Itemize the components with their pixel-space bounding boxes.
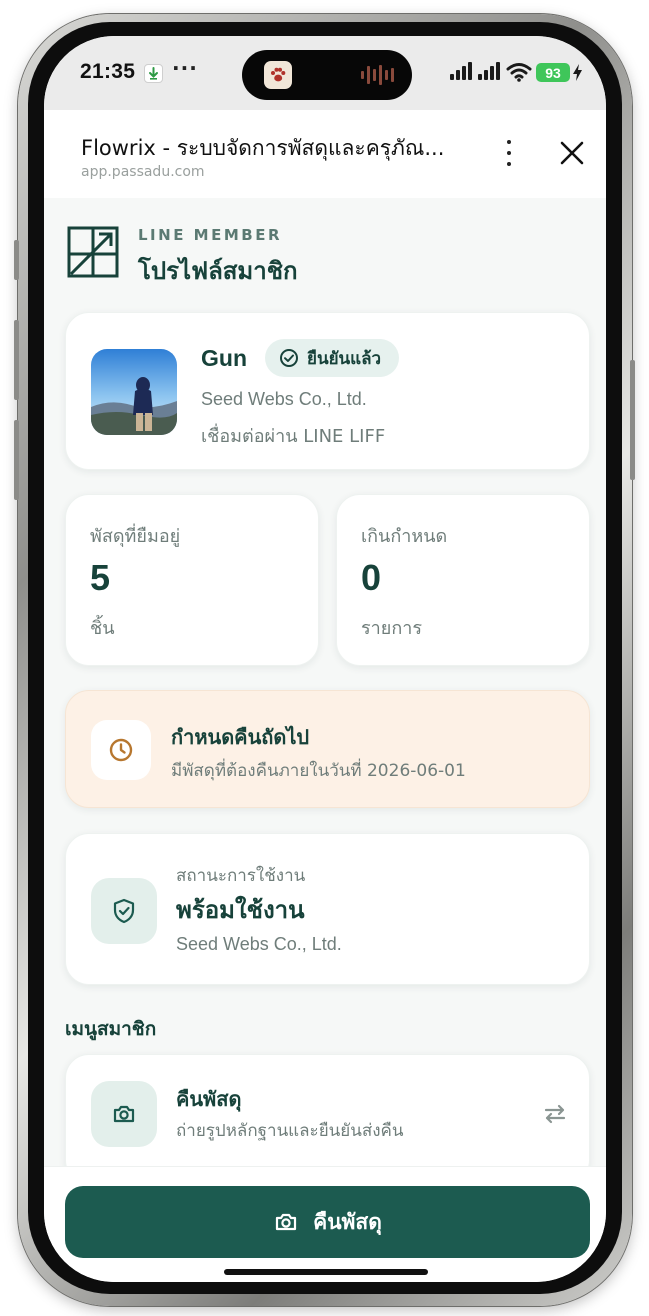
stat-value: 0 xyxy=(361,557,382,598)
due-title: กำหนดคืนถัดไป xyxy=(171,725,310,749)
camera-icon xyxy=(113,1105,135,1123)
volume-up-button xyxy=(14,320,19,400)
section-kicker: LINE MEMBER xyxy=(138,226,282,244)
browser-header: Flowrix - ระบบจัดการพัสดุและครุภัณ... ap… xyxy=(44,110,606,198)
profile-card: Gun ยืนยันแล้ว Seed Webs Co., Ltd. เชื่อ… xyxy=(65,312,590,470)
avatar xyxy=(91,349,177,435)
camera-icon-wrap xyxy=(91,1081,157,1147)
stat-unit: รายการ xyxy=(361,618,422,639)
stat-card-borrowed: พัสดุที่ยืมอยู่ 5 ชิ้น xyxy=(65,494,319,666)
logo-icon xyxy=(67,226,119,278)
shield-check-icon xyxy=(113,898,135,924)
wifi-icon xyxy=(506,63,532,82)
cellular-signal-2-icon xyxy=(478,62,500,80)
section-title: โปรไฟล์สมาชิก xyxy=(138,257,298,285)
close-button[interactable] xyxy=(557,138,587,168)
status-bar: 21:35 ··· 93 xyxy=(44,36,606,110)
audio-waveform-icon xyxy=(361,65,394,85)
shield-icon-wrap xyxy=(91,878,157,944)
home-indicator[interactable] xyxy=(224,1269,428,1275)
return-item-button[interactable]: คืนพัสดุ xyxy=(65,1186,590,1258)
stat-label: เกินกำหนด xyxy=(361,526,448,547)
main-content: LINE MEMBER โปรไฟล์สมาชิก Gun ยืนยันแล้ว… xyxy=(44,198,606,1184)
stat-unit: ชิ้น xyxy=(90,618,115,639)
menu-item-subtitle: ถ่ายรูปหลักฐานและยืนยันส่งคืน xyxy=(176,1121,404,1141)
menu-item-return[interactable]: คืนพัสดุ ถ่ายรูปหลักฐานและยืนยันส่งคืน xyxy=(65,1054,590,1184)
company-name: Seed Webs Co., Ltd. xyxy=(201,389,367,409)
swap-arrows-icon xyxy=(544,1104,566,1124)
verified-label: ยืนยันแล้ว xyxy=(307,348,382,369)
connection-info: เชื่อมต่อผ่าน LINE LIFF xyxy=(201,426,386,447)
user-name: Gun xyxy=(201,345,247,371)
menu-heading: เมนูสมาชิก xyxy=(65,1018,157,1040)
power-button xyxy=(630,360,635,480)
stat-card-overdue: เกินกำหนด 0 รายการ xyxy=(336,494,590,666)
return-item-button-label: คืนพัสดุ xyxy=(313,1209,382,1234)
check-circle-icon xyxy=(280,349,298,367)
page-url: app.passadu.com xyxy=(81,164,205,180)
clock-icon xyxy=(109,738,133,762)
more-options-button[interactable] xyxy=(504,140,514,166)
bottom-action-bar: คืนพัสดุ xyxy=(44,1166,606,1282)
camera-icon xyxy=(276,1213,297,1231)
menu-item-title: คืนพัสดุ xyxy=(176,1087,242,1111)
usage-status-company: Seed Webs Co., Ltd. xyxy=(176,934,342,954)
screen: 21:35 ··· 93 Flowrix - ระบบจัดการพัสดุแล… xyxy=(44,36,606,1282)
verified-badge: ยืนยันแล้ว xyxy=(265,339,400,377)
due-subtitle: มีพัสดุที่ต้องคืนภายในวันที่ 2026-06-01 xyxy=(171,761,466,781)
status-time: 21:35 xyxy=(80,60,136,83)
volume-down-button xyxy=(14,420,19,500)
next-due-card[interactable]: กำหนดคืนถัดไป มีพัสดุที่ต้องคืนภายในวันท… xyxy=(65,690,590,808)
usage-status-value: พร้อมใช้งาน xyxy=(176,896,305,924)
clock-icon-wrap xyxy=(91,720,151,780)
usage-status-card: สถานะการใช้งาน พร้อมใช้งาน Seed Webs Co.… xyxy=(65,833,590,985)
charging-bolt-icon xyxy=(573,64,582,81)
more-notifications-icon: ··· xyxy=(172,56,198,80)
stat-value: 5 xyxy=(90,557,111,598)
battery-indicator: 93 xyxy=(536,63,570,82)
action-button xyxy=(14,240,19,280)
cellular-signal-icon xyxy=(450,62,472,80)
dynamic-island xyxy=(242,50,412,100)
download-icon xyxy=(144,64,163,83)
paw-app-icon xyxy=(264,61,292,89)
page-title: Flowrix - ระบบจัดการพัสดุและครุภัณ... xyxy=(81,136,445,160)
stat-label: พัสดุที่ยืมอยู่ xyxy=(90,526,181,547)
usage-status-label: สถานะการใช้งาน xyxy=(176,866,306,886)
